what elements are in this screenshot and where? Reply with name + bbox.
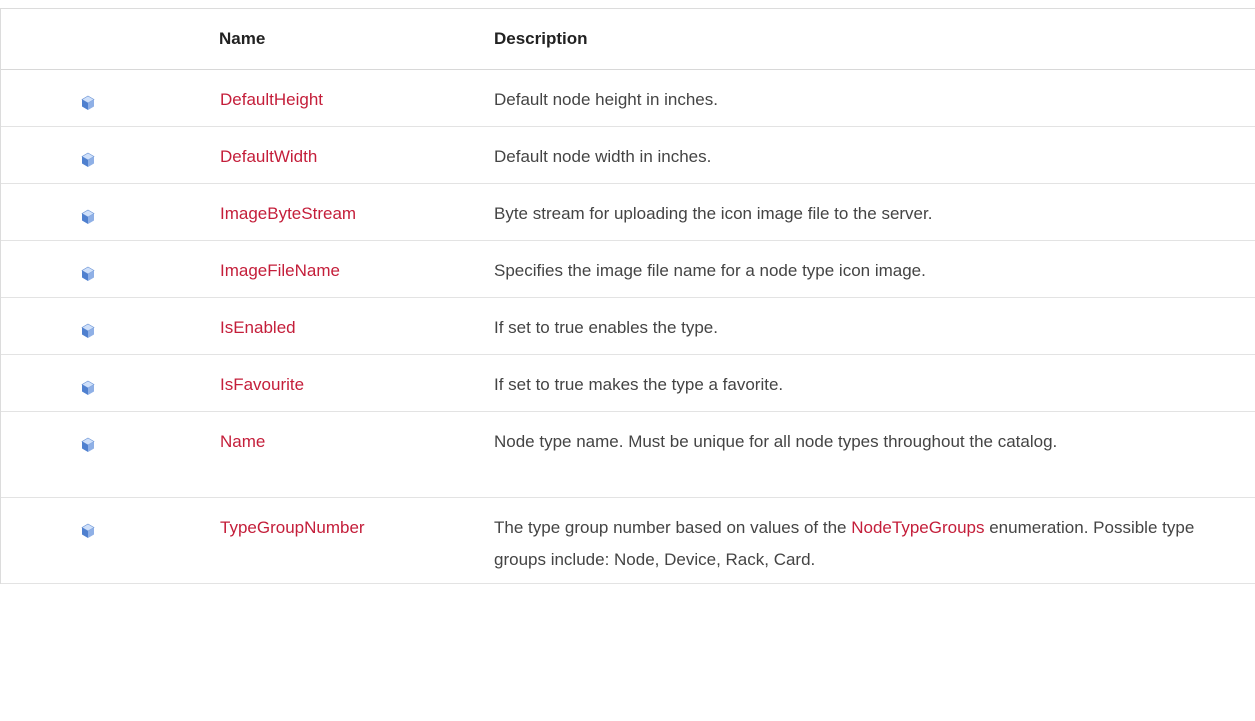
table-row: IsFavourite If set to true makes the typ… <box>1 354 1255 412</box>
description-cell: Specifies the image file name for a node… <box>476 240 1255 298</box>
property-icon <box>81 90 95 110</box>
name-cell: ImageByteStream <box>187 183 476 241</box>
header-row: Name Description <box>1 9 1255 70</box>
property-icon <box>81 261 95 281</box>
description-cell: If set to true makes the type a favorite… <box>476 354 1255 412</box>
header-icon-column <box>1 9 187 70</box>
property-icon <box>81 518 95 538</box>
name-cell: IsFavourite <box>187 354 476 412</box>
table-row: DefaultWidth Default node width in inche… <box>1 126 1255 184</box>
icon-cell <box>1 354 187 412</box>
enumeration-link[interactable]: NodeTypeGroups <box>851 518 984 537</box>
property-link[interactable]: IsFavourite <box>220 375 304 394</box>
table-row: DefaultHeight Default node height in inc… <box>1 69 1255 127</box>
description-cell: Node type name. Must be unique for all n… <box>476 411 1255 498</box>
name-cell: IsEnabled <box>187 297 476 355</box>
property-link[interactable]: Name <box>220 432 265 451</box>
name-cell: ImageFileName <box>187 240 476 298</box>
property-link[interactable]: IsEnabled <box>220 318 296 337</box>
icon-cell <box>1 69 187 127</box>
property-link[interactable]: TypeGroupNumber <box>220 518 365 537</box>
name-cell: DefaultHeight <box>187 69 476 127</box>
property-link[interactable]: ImageByteStream <box>220 204 356 223</box>
property-icon <box>81 432 95 452</box>
property-link[interactable]: DefaultWidth <box>220 147 317 166</box>
icon-cell <box>1 297 187 355</box>
table-row: ImageFileName Specifies the image file n… <box>1 240 1255 298</box>
description-cell: Byte stream for uploading the icon image… <box>476 183 1255 241</box>
header-description-column: Description <box>476 9 1255 70</box>
icon-cell <box>1 497 187 584</box>
description-cell: Default node width in inches. <box>476 126 1255 184</box>
icon-cell <box>1 183 187 241</box>
header-name-column: Name <box>187 9 476 70</box>
table-body: DefaultHeight Default node height in inc… <box>1 69 1255 584</box>
property-icon <box>81 375 95 395</box>
members-table-container: Name Description DefaultHeight Default n… <box>0 8 1255 584</box>
properties-table: Name Description DefaultHeight Default n… <box>1 9 1255 584</box>
description-text: The type group number based on values of… <box>494 518 852 537</box>
icon-cell <box>1 126 187 184</box>
property-link[interactable]: DefaultHeight <box>220 90 323 109</box>
icon-cell <box>1 411 187 498</box>
description-cell: The type group number based on values of… <box>476 497 1255 584</box>
name-cell: DefaultWidth <box>187 126 476 184</box>
table-header: Name Description <box>1 9 1255 70</box>
property-icon <box>81 147 95 167</box>
name-cell: TypeGroupNumber <box>187 497 476 584</box>
description-cell: Default node height in inches. <box>476 69 1255 127</box>
name-cell: Name <box>187 411 476 498</box>
description-cell: If set to true enables the type. <box>476 297 1255 355</box>
table-row: ImageByteStream Byte stream for uploadin… <box>1 183 1255 241</box>
table-row: Name Node type name. Must be unique for … <box>1 411 1255 498</box>
property-icon <box>81 318 95 338</box>
table-row: IsEnabled If set to true enables the typ… <box>1 297 1255 355</box>
icon-cell <box>1 240 187 298</box>
property-icon <box>81 204 95 224</box>
table-row: TypeGroupNumber The type group number ba… <box>1 497 1255 584</box>
property-link[interactable]: ImageFileName <box>220 261 340 280</box>
